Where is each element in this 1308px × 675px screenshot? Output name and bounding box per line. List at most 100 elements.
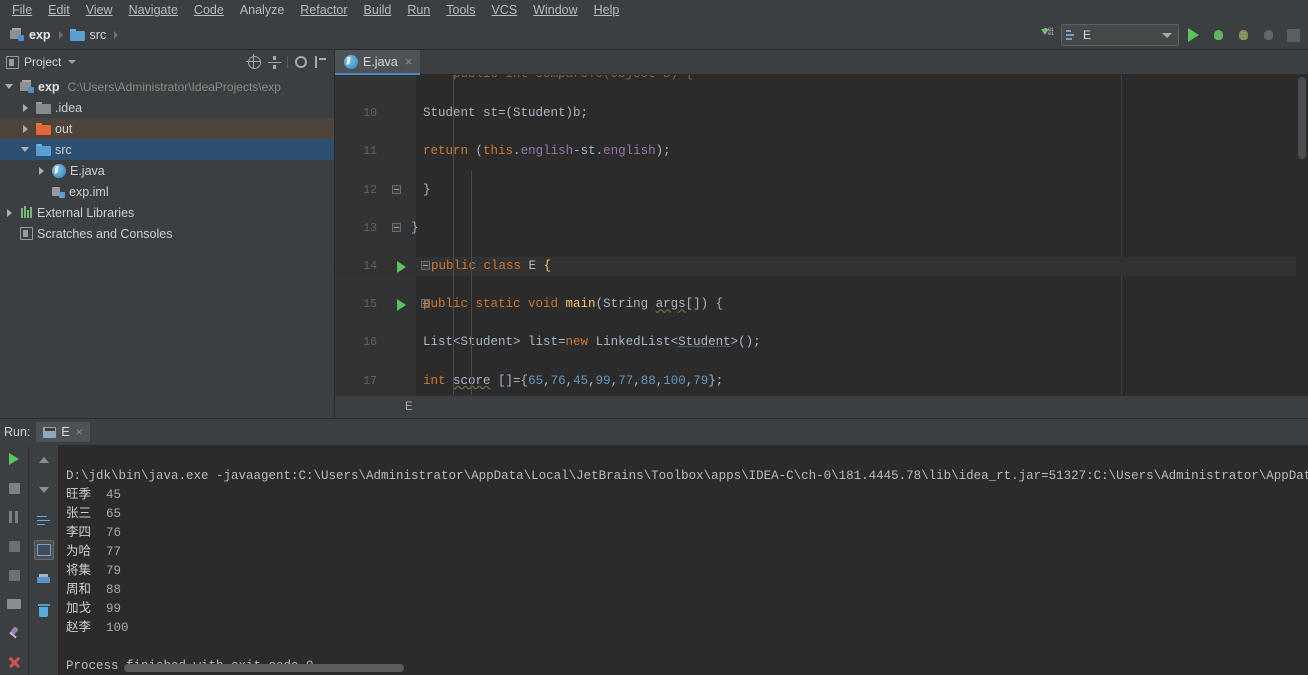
code-editor[interactable]: public int compareTo(Object b) { 10 Stud… — [335, 75, 1308, 418]
tree-node-src[interactable]: src — [0, 139, 334, 160]
debug-icon — [1211, 28, 1226, 42]
tree-node-external-libraries[interactable]: External Libraries — [0, 202, 334, 223]
student-score: 45 — [106, 488, 121, 502]
run-icon — [1188, 28, 1199, 42]
menu-item-file[interactable]: File — [4, 1, 40, 19]
collapse-all-button[interactable] — [265, 53, 283, 71]
menu-item-edit[interactable]: Edit — [40, 1, 78, 19]
tree-node-exp[interactable]: exp C:\Users\Administrator\IdeaProjects\… — [0, 76, 334, 97]
breadcrumb-exp[interactable]: exp — [6, 26, 59, 44]
menu-item-refactor[interactable]: Refactor — [292, 1, 355, 19]
console-command-line: D:\jdk\bin\java.exe -javaagent:C:\Users\… — [66, 467, 1308, 486]
menu-item-window[interactable]: Window — [525, 1, 585, 19]
student-name: 周和 — [66, 583, 91, 597]
hide-panel-button[interactable] — [312, 53, 330, 71]
run-with-coverage-button[interactable] — [1232, 24, 1254, 46]
stop-process-button[interactable] — [4, 478, 24, 498]
exit-button[interactable] — [4, 565, 24, 585]
fold-marker-icon[interactable] — [421, 261, 430, 270]
chevron-right-icon[interactable] — [20, 102, 32, 114]
close-panel-button[interactable] — [4, 652, 24, 672]
console-horizontal-scrollbar[interactable] — [64, 663, 1308, 673]
menu-item-analyze[interactable]: Analyze — [232, 1, 292, 19]
stop-button[interactable] — [1282, 24, 1304, 46]
menu-item-run[interactable]: Run — [399, 1, 438, 19]
java-class-icon — [52, 164, 66, 178]
tree-node-expiml[interactable]: exp.iml — [0, 181, 334, 202]
attach-profiler-button[interactable] — [1257, 24, 1279, 46]
fold-marker-icon[interactable] — [392, 185, 401, 194]
menu-item-vcs[interactable]: VCS — [483, 1, 525, 19]
menu-item-help[interactable]: Help — [586, 1, 628, 19]
menu-label: File — [12, 3, 32, 17]
soft-wrap-button[interactable] — [34, 510, 54, 530]
run-gutter-icon[interactable] — [397, 299, 406, 311]
code-line: 14 public class E { — [335, 257, 1308, 276]
menu-item-tools[interactable]: Tools — [438, 1, 483, 19]
chevron-right-icon[interactable] — [20, 123, 32, 135]
run-tab-e[interactable]: E × — [36, 422, 89, 442]
run-gutter-icon[interactable] — [397, 261, 406, 273]
debug-button[interactable] — [1207, 24, 1229, 46]
editor-tab-label: E.java — [363, 55, 398, 69]
scrollbar-thumb[interactable] — [124, 664, 404, 672]
keyboard-button[interactable] — [4, 594, 24, 614]
rerun-button[interactable] — [4, 449, 24, 469]
idea-window: File Edit View Navigate Code Analyze Ref… — [0, 0, 1308, 675]
run-panel-header: Run: E × — [0, 419, 1308, 445]
chevron-down-icon[interactable] — [20, 144, 32, 156]
close-icon[interactable]: × — [76, 425, 83, 439]
menu-label: Refactor — [300, 3, 347, 17]
console-output[interactable]: D:\jdk\bin\java.exe -javaagent:C:\Users\… — [58, 445, 1308, 675]
folder-icon — [36, 123, 51, 135]
chevron-down-icon — [1162, 33, 1172, 38]
tree-node-scratches[interactable]: Scratches and Consoles — [0, 223, 334, 244]
student-name: 加戈 — [66, 602, 91, 616]
settings-button[interactable] — [292, 53, 310, 71]
chevron-down-icon[interactable] — [4, 81, 16, 93]
next-occurrence-button[interactable] — [34, 480, 54, 500]
scrollbar-thumb[interactable] — [1298, 77, 1306, 159]
project-tool-window: Project exp C:\Users\Administrator\IdeaP… — [0, 50, 335, 418]
stop-icon — [9, 483, 20, 494]
console-result-row: 周和 88 — [66, 581, 121, 600]
clear-all-button[interactable] — [34, 600, 54, 620]
code-text: return (this.english-st.english); — [423, 142, 671, 161]
editor-tab-ejava[interactable]: E.java × — [335, 50, 420, 75]
arrow-up-icon — [39, 457, 49, 463]
run-button[interactable] — [1182, 24, 1204, 46]
scroll-to-end-button[interactable] — [34, 540, 54, 560]
print-button[interactable] — [34, 570, 54, 590]
prev-occurrence-button[interactable] — [34, 450, 54, 470]
fold-marker-icon[interactable] — [392, 223, 401, 232]
java-class-icon — [344, 55, 358, 69]
locate-file-button[interactable] — [245, 53, 263, 71]
menu-item-code[interactable]: Code — [186, 1, 232, 19]
menu-label: Analyze — [240, 3, 284, 17]
menu-item-build[interactable]: Build — [356, 1, 400, 19]
menu-item-view[interactable]: View — [78, 1, 121, 19]
tree-node-label: exp — [38, 80, 60, 94]
close-icon[interactable]: × — [405, 56, 413, 68]
main-content: Project exp C:\Users\Administrator\IdeaP… — [0, 50, 1308, 418]
tree-node-out[interactable]: out — [0, 118, 334, 139]
console-actions-toolbar — [28, 445, 58, 675]
editor-breadcrumb[interactable]: E — [335, 395, 1308, 418]
tree-node-ejava[interactable]: E.java — [0, 160, 334, 181]
editor-tab-bar: E.java × — [335, 50, 1308, 75]
line-number: 17 — [335, 375, 377, 388]
run-panel-title: Run: — [4, 425, 30, 439]
editor-vertical-scrollbar[interactable] — [1296, 75, 1308, 418]
chevron-down-icon[interactable] — [68, 60, 76, 64]
chevron-right-icon[interactable] — [4, 207, 16, 219]
pause-button[interactable] — [4, 507, 24, 527]
menu-item-navigate[interactable]: Navigate — [121, 1, 186, 19]
chevron-right-icon[interactable] — [36, 165, 48, 177]
collapse-all-icon — [268, 56, 281, 69]
pin-button[interactable] — [4, 623, 24, 643]
resume-button[interactable] — [4, 536, 24, 556]
breadcrumb-src[interactable]: src — [66, 26, 115, 44]
update-project-button[interactable]: 0101 — [1036, 24, 1058, 46]
run-configuration-selector[interactable]: E — [1061, 24, 1179, 46]
tree-node-idea[interactable]: .idea — [0, 97, 334, 118]
